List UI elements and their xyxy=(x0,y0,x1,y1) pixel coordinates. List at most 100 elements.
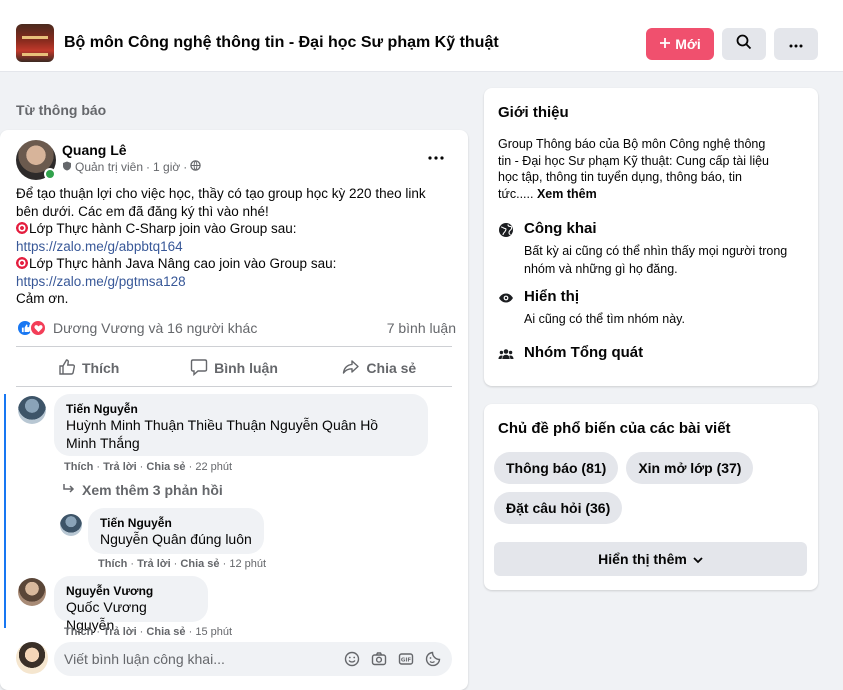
globe-icon xyxy=(190,160,201,174)
comment-meta: Thích · Trả lời · Chia sẻ · 12 phút xyxy=(98,558,267,570)
people-icon xyxy=(498,346,514,362)
comment-bubble: Tiến Nguyễn Nguyễn Quân đúng luôn xyxy=(88,508,264,554)
comment-reply-link[interactable]: Trả lời xyxy=(103,626,137,638)
comment-bubble: Tiến Nguyễn Huỳnh Minh Thuận Thiều Thuận… xyxy=(54,394,428,456)
comment-label: Bình luận xyxy=(214,360,278,376)
post-meta: Quản trị viên · 1 giờ · xyxy=(62,160,201,174)
commenter-avatar[interactable] xyxy=(18,578,46,606)
post-line: Lớp Thực hành C-Sharp join vào Group sau… xyxy=(29,221,297,236)
comment-bubble-icon xyxy=(190,358,208,379)
target-emoji-icon xyxy=(16,222,28,234)
commenter-name[interactable]: Nguyễn Vương xyxy=(66,584,196,598)
commenter-name[interactable]: Tiến Nguyễn xyxy=(100,516,252,530)
comment-reply-link[interactable]: Trả lời xyxy=(103,461,137,473)
group-cover-thumbnail[interactable] xyxy=(16,24,54,62)
love-reaction-icon xyxy=(29,319,47,337)
zalo-link-csharp[interactable]: https://zalo.me/g/abpbtq164 xyxy=(16,238,456,256)
divider xyxy=(16,346,452,347)
sticker-icon[interactable] xyxy=(424,650,442,668)
new-post-button[interactable]: Mới xyxy=(646,28,714,60)
comment-text: Huỳnh Minh Thuận Thiều Thuận Nguyễn Quân… xyxy=(66,417,379,433)
post-actions: Thích Bình luận Chia sẻ xyxy=(16,352,452,384)
topic-chip[interactable]: Thông báo (81) xyxy=(494,452,619,484)
post-time[interactable]: 1 giờ xyxy=(153,160,180,174)
about-description: Group Thông báo của Bộ môn Công nghệ thô… xyxy=(498,136,804,202)
gif-icon[interactable]: GIF xyxy=(397,650,415,668)
post-line: Để tạo thuận lợi cho việc học, thầy có t… xyxy=(16,186,426,201)
reactions-text[interactable]: Dương Vương và 16 người khác xyxy=(53,320,257,336)
about-title: Giới thiệu xyxy=(498,104,569,121)
show-more-label: Hiển thị thêm xyxy=(598,551,687,567)
show-more-topics-button[interactable]: Hiển thị thêm xyxy=(494,542,807,576)
commenter-name[interactable]: Tiến Nguyễn xyxy=(66,402,416,416)
more-horizontal-icon xyxy=(788,35,804,53)
commenter-avatar[interactable] xyxy=(60,514,82,536)
feed-section-label: Từ thông báo xyxy=(16,102,107,118)
author-role: Quản trị viên xyxy=(75,160,144,174)
like-label: Thích xyxy=(81,360,120,376)
comment-meta: Thích · Trả lời · Chia sẻ · 22 phút xyxy=(64,461,233,473)
comment-like-link[interactable]: Thích xyxy=(98,558,127,570)
public-title: Công khai xyxy=(524,220,597,237)
view-more-replies-label: Xem thêm 3 phản hồi xyxy=(82,482,223,498)
comment-share-link[interactable]: Chia sẻ xyxy=(180,558,219,570)
topic-chip[interactable]: Đặt câu hỏi (36) xyxy=(494,492,623,524)
share-button[interactable]: Chia sẻ xyxy=(307,352,452,384)
group-type-row: Nhóm Tổng quát xyxy=(498,344,808,366)
post-line: Lớp Thực hành Java Nâng cao join vào Gro… xyxy=(29,256,337,271)
about-desc-line: tức..... xyxy=(498,186,534,201)
see-more-link[interactable]: Xem thêm xyxy=(537,187,597,201)
about-desc-line: Group Thông báo của Bộ môn Công nghệ thô… xyxy=(498,137,766,151)
about-desc-line: học tập, thông tin tuyển dụng, thông báo… xyxy=(498,170,742,184)
like-button[interactable]: Thích xyxy=(16,352,161,384)
more-horizontal-icon xyxy=(428,147,444,165)
post-line: bên dưới. Các em đã đăng ký thì vào nhé! xyxy=(16,203,269,219)
comment-input[interactable]: Viết bình luận công khai... GIF xyxy=(54,642,452,676)
topics-title: Chủ đề phổ biến của các bài viết xyxy=(498,420,731,437)
comment-count[interactable]: 7 bình luận xyxy=(387,320,456,336)
zalo-link-java[interactable]: https://zalo.me/g/pgtmsa128 xyxy=(16,273,456,291)
visible-title: Hiển thị xyxy=(524,288,579,305)
reply-arrow-icon xyxy=(62,482,76,498)
comment-meta: Thích · Trả lời · Chia sẻ · 15 phút xyxy=(64,626,233,638)
comment-thread-line xyxy=(4,394,6,628)
target-emoji-icon xyxy=(16,257,28,269)
comment-text: Minh Thắng xyxy=(66,435,140,451)
group-type-title: Nhóm Tổng quát xyxy=(524,344,644,361)
share-label: Chia sẻ xyxy=(366,360,417,376)
comment-button[interactable]: Bình luận xyxy=(161,352,306,384)
comment-like-link[interactable]: Thích xyxy=(64,461,93,473)
comment-time[interactable]: 12 phút xyxy=(229,558,266,570)
comment-bubble: Nguyễn Vương Quốc Vương Nguyễn xyxy=(54,576,208,633)
comment-like-link[interactable]: Thích xyxy=(64,626,93,638)
camera-icon[interactable] xyxy=(370,650,388,668)
thumbs-up-icon xyxy=(58,358,76,379)
online-status-dot xyxy=(44,168,56,180)
comment-time[interactable]: 15 phút xyxy=(195,626,232,638)
comment-reply-link[interactable]: Trả lời xyxy=(137,558,171,570)
group-title[interactable]: Bộ môn Công nghệ thông tin - Đại học Sư … xyxy=(64,34,499,52)
view-more-replies-link[interactable]: Xem thêm 3 phản hồi xyxy=(62,482,223,498)
author-name[interactable]: Quang Lê xyxy=(62,142,127,158)
emoji-icon[interactable] xyxy=(343,650,361,668)
comment-time[interactable]: 22 phút xyxy=(195,461,232,473)
group-header: Bộ môn Công nghệ thông tin - Đại học Sư … xyxy=(0,0,843,72)
search-button[interactable] xyxy=(722,28,766,60)
more-options-button[interactable] xyxy=(774,28,818,60)
topic-chip[interactable]: Xin mở lớp (37) xyxy=(626,452,754,484)
about-desc-line: tin - Đại học Sư phạm Kỹ thuật: Cung cấp… xyxy=(498,153,770,168)
popular-topics-card: Chủ đề phổ biến của các bài viết Thông b… xyxy=(484,404,818,590)
comment-input-placeholder: Viết bình luận công khai... xyxy=(64,651,225,667)
public-description: Bất kỳ ai cũng có thể nhìn thấy mọi ngườ… xyxy=(524,244,788,276)
announcement-post: Quang Lê Quản trị viên · 1 giờ · Để tạo … xyxy=(0,130,468,690)
post-options-button[interactable] xyxy=(424,148,448,164)
post-line: Cảm ơn. xyxy=(16,291,69,306)
comment-share-link[interactable]: Chia sẻ xyxy=(146,461,185,473)
svg-text:GIF: GIF xyxy=(401,658,412,664)
about-card: Giới thiệu Group Thông báo của Bộ môn Cô… xyxy=(484,88,818,386)
topic-chips: Thông báo (81) Xin mở lớp (37) Đặt câu h… xyxy=(494,452,810,524)
comment-share-link[interactable]: Chia sẻ xyxy=(146,626,185,638)
commenter-avatar[interactable] xyxy=(18,396,46,424)
share-arrow-icon xyxy=(342,358,360,379)
new-post-label: Mới xyxy=(675,36,701,52)
